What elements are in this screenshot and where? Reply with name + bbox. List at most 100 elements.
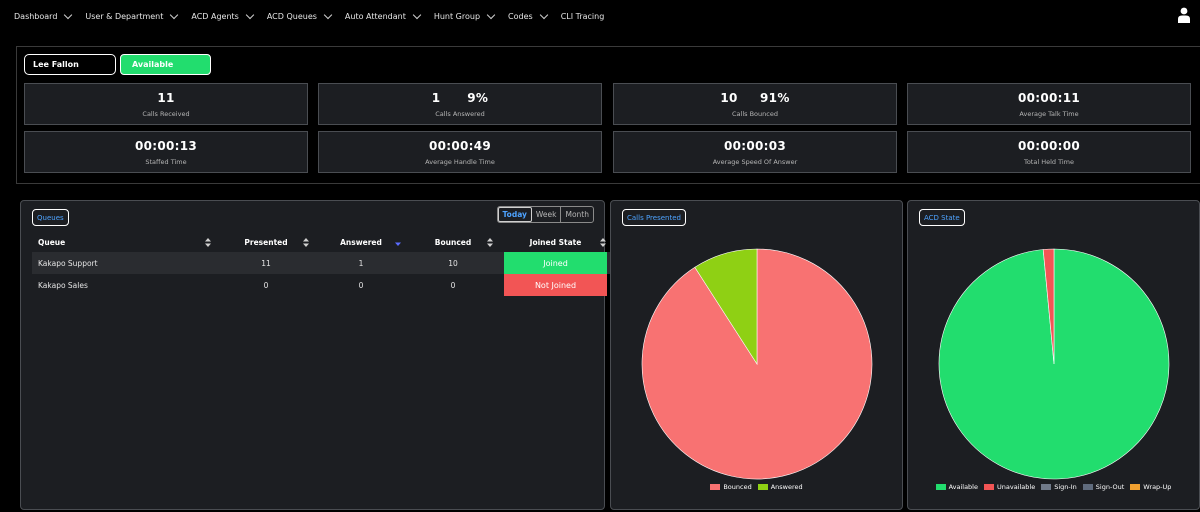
legend-label: Sign-In — [1054, 483, 1077, 491]
nav-item-label: Codes — [508, 11, 533, 21]
stat-value: 00:00:03 — [723, 138, 787, 153]
acd-state-panel: ACD State Available Unavailable Sign-In Sig… — [907, 200, 1200, 510]
sort-desc-icon[interactable] — [395, 238, 401, 247]
legend-swatch — [935, 484, 946, 490]
table-row[interactable]: Kakapo Support 11 1 10 Joined — [32, 252, 612, 274]
stat-label: Staffed Time — [145, 157, 187, 166]
chevron-down-icon — [539, 12, 549, 20]
stat-calls-answered: 1 9% Calls Answered — [318, 83, 602, 125]
nav-item-acd-agents[interactable]: ACD Agents — [191, 12, 254, 21]
joined-state-button[interactable]: Not Joined — [504, 274, 607, 296]
column-header-answered[interactable]: Answered — [315, 232, 407, 252]
legend-label: Wrap-Up — [1143, 483, 1172, 491]
user-icon[interactable] — [1178, 7, 1190, 23]
agent-summary-panel: Lee Fallon Available 11 Calls Received 1… — [16, 46, 1200, 184]
cell-joined-state: Not Joined — [499, 274, 612, 296]
table-header-row: Queue Presented Answered Bounced Joined … — [32, 232, 612, 252]
legend-label: Bounced — [723, 483, 752, 491]
legend-swatch — [1130, 484, 1141, 490]
column-header-joined-state[interactable]: Joined State — [499, 232, 612, 252]
nav-item-user-department[interactable]: User & Department — [85, 12, 179, 21]
nav-item-dashboard[interactable]: Dashboard — [14, 12, 73, 21]
cell-bounced: 10 — [407, 252, 499, 274]
legend-item-unavailable[interactable]: Unavailable — [983, 483, 1036, 491]
stat-value: 00:00:11 — [1017, 90, 1081, 105]
column-header-bounced[interactable]: Bounced — [407, 232, 499, 252]
stat-value: 1 9% — [431, 90, 489, 105]
range-today-button[interactable]: Today — [497, 207, 532, 222]
nav-item-label: ACD Queues — [266, 11, 317, 21]
legend-label: Answered — [770, 483, 803, 491]
sort-icon[interactable] — [205, 238, 211, 247]
cell-answered: 0 — [358, 280, 364, 290]
stat-staffed-time: 00:00:13 Staffed Time — [24, 131, 308, 173]
chevron-down-icon — [412, 12, 422, 20]
stat-calls-received: 11 Calls Received — [24, 83, 308, 125]
stat-label: Calls Answered — [435, 109, 485, 118]
stat-label: Calls Received — [142, 109, 190, 118]
legend-swatch — [1041, 484, 1052, 490]
table-row[interactable]: Kakapo Sales 0 0 0 Not Joined — [32, 274, 612, 296]
legend-item-bounced[interactable]: Bounced — [710, 483, 752, 491]
stat-average-speed-of-answer: 00:00:03 Average Speed Of Answer — [613, 131, 897, 173]
nav-item-auto-attendant[interactable]: Auto Attendant — [345, 12, 422, 21]
top-nav: Dashboard User & Department ACD Agents ACD … — [0, 0, 1200, 32]
sort-icon[interactable] — [600, 238, 606, 247]
nav-item-label: Hunt Group — [433, 11, 481, 21]
chevron-down-icon — [63, 12, 73, 20]
cell-answered: 1 — [315, 252, 407, 274]
stat-label: Average Speed Of Answer — [712, 157, 798, 166]
column-header-queue[interactable]: Queue — [32, 232, 217, 252]
legend-item-answered[interactable]: Answered — [757, 483, 803, 491]
legend-item-sign-out[interactable]: Sign-Out — [1082, 483, 1124, 491]
calls-presented-legend: Bounced Answered — [611, 483, 902, 491]
legend-swatch — [710, 484, 721, 490]
nav-item-label: ACD Agents — [191, 11, 239, 21]
stat-average-handle-time: 00:00:49 Average Handle Time — [318, 131, 602, 173]
cell-joined-state: Joined — [499, 252, 612, 274]
sort-icon[interactable] — [303, 238, 309, 247]
legend-swatch — [1082, 484, 1093, 490]
calls-presented-pie-chart — [641, 248, 873, 480]
cell-queue: Kakapo Sales — [38, 280, 88, 290]
stat-value: 00:00:00 — [1017, 138, 1081, 153]
stat-label: Average Talk Time — [1019, 109, 1079, 118]
column-header-presented[interactable]: Presented — [217, 232, 315, 252]
legend-item-available[interactable]: Available — [935, 483, 978, 491]
legend-item-wrap-up[interactable]: Wrap-Up — [1130, 483, 1171, 491]
queues-panel: Queues Today Week Month Queue Presented … — [20, 200, 612, 510]
stat-label: Calls Bounced — [732, 109, 778, 118]
legend-label: Available — [948, 483, 978, 491]
joined-state-button[interactable]: Joined — [504, 252, 607, 274]
chevron-down-icon — [245, 12, 255, 20]
sort-icon[interactable] — [487, 238, 493, 247]
queues-title[interactable]: Queues — [32, 209, 69, 226]
agent-name-button[interactable]: Lee Fallon — [24, 54, 116, 75]
cell-bounced: 0 — [450, 280, 456, 290]
legend-label: Unavailable — [996, 483, 1036, 491]
stat-calls-bounced: 10 91% Calls Bounced — [613, 83, 897, 125]
acd-state-pie-chart — [938, 248, 1170, 480]
legend-swatch — [983, 484, 994, 490]
stat-value: 00:00:13 — [134, 138, 198, 153]
nav-item-acd-queues[interactable]: ACD Queues — [267, 12, 333, 21]
nav-item-hunt-group[interactable]: Hunt Group — [434, 12, 496, 21]
cell-presented: 0 — [263, 280, 269, 290]
range-month-button[interactable]: Month — [561, 207, 593, 222]
nav-item-cli-tracing[interactable]: CLI Tracing — [561, 12, 605, 21]
chevron-down-icon — [169, 12, 179, 20]
range-week-button[interactable]: Week — [532, 207, 562, 222]
nav-item-label: CLI Tracing — [560, 11, 605, 21]
stat-label: Total Held Time — [1023, 157, 1075, 166]
cell-queue: Kakapo Support — [32, 252, 217, 274]
nav-item-label: Dashboard — [14, 11, 58, 21]
stat-average-talk-time: 00:00:11 Average Talk Time — [907, 83, 1191, 125]
nav-menu: Dashboard User & Department ACD Agents ACD … — [14, 12, 616, 21]
calls-presented-panel: Calls Presented Bounced Answered — [610, 200, 903, 510]
legend-item-sign-in[interactable]: Sign-In — [1041, 483, 1077, 491]
agent-status-button[interactable]: Available — [120, 54, 211, 75]
date-range-selector: Today Week Month — [496, 206, 594, 223]
nav-item-codes[interactable]: Codes — [508, 12, 549, 21]
acd-state-legend: Available Unavailable Sign-In Sign-Out Wrap-… — [908, 483, 1199, 491]
chevron-down-icon — [323, 12, 333, 20]
